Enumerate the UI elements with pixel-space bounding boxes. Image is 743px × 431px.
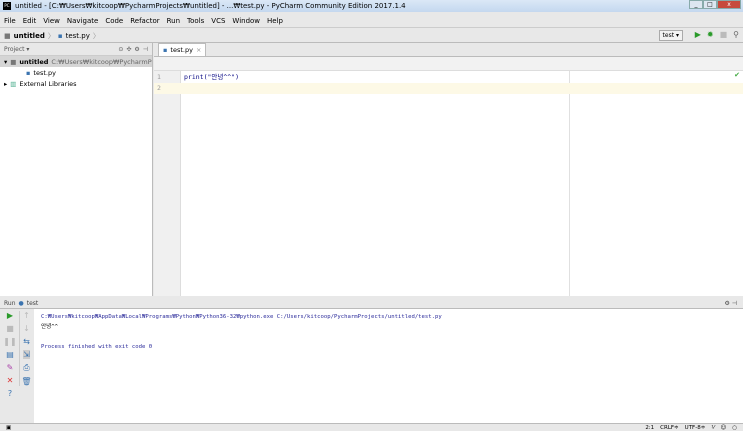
- python-file-icon: ▪: [163, 46, 168, 54]
- tool-windows-icon[interactable]: ▣: [6, 425, 11, 431]
- run-icon[interactable]: ▶: [695, 30, 701, 39]
- close-icon[interactable]: ✕: [7, 376, 14, 385]
- search-icon[interactable]: ⚲: [733, 30, 739, 39]
- up-icon[interactable]: ↑: [23, 311, 30, 320]
- right-margin: [569, 71, 570, 296]
- sync-icon[interactable]: ⊙: [118, 46, 123, 53]
- editor-header: [154, 57, 743, 71]
- layout-icon[interactable]: ▤: [6, 350, 14, 359]
- menu-bar: File Edit View Navigate Code Refactor Ru…: [0, 14, 743, 28]
- help-icon[interactable]: ?: [8, 389, 12, 398]
- library-icon: ▥: [10, 79, 17, 88]
- tree-item-root[interactable]: ▾■untitledC:₩Users₩kitcoop₩PycharmProjec…: [0, 56, 152, 67]
- cursor-position[interactable]: 2:1: [645, 425, 654, 431]
- hide-icon[interactable]: ⊣: [143, 46, 148, 53]
- console-exit-line: Process finished with exit code 0: [41, 344, 153, 350]
- root-label: untitled: [19, 57, 49, 66]
- breadcrumb-file[interactable]: test.py: [66, 32, 90, 40]
- pycharm-logo-icon: PC: [3, 2, 11, 10]
- run-config-label: test: [26, 299, 39, 307]
- editor-tabs: ▪ test.py ×: [154, 43, 743, 57]
- menu-vcs[interactable]: VCS: [211, 17, 225, 25]
- collapse-icon[interactable]: ✣: [126, 46, 131, 53]
- event-log-icon[interactable]: ○: [732, 425, 737, 431]
- gear-icon[interactable]: ⚙ ⊣: [724, 300, 737, 307]
- menu-navigate[interactable]: Navigate: [67, 17, 98, 25]
- breadcrumb: ■ untitled 〉 ▪ test.py 〉: [0, 29, 743, 43]
- code-editor[interactable]: 1 print("안녕^^") 2 ✔: [154, 71, 743, 296]
- run-toolbar: ▶ ■ ❚❚ ▤ ✎ ✕ ? ↑ ↓ ⇆ ⇲ ⎙ 🗑: [0, 309, 34, 423]
- encoding[interactable]: UTF-8≑: [685, 425, 706, 431]
- gear-icon[interactable]: ⚙: [134, 46, 139, 53]
- pause-icon[interactable]: ❚❚: [3, 337, 16, 346]
- run-config-select[interactable]: test ▾: [658, 30, 683, 41]
- file-label: test.py: [33, 68, 56, 77]
- menu-code[interactable]: Code: [105, 17, 123, 25]
- tab-test-py[interactable]: ▪ test.py ×: [158, 43, 207, 56]
- run-label: Run: [4, 299, 16, 307]
- python-file-icon: ▪: [26, 68, 31, 77]
- python-file-icon: ▪: [57, 31, 63, 40]
- tab-label: test.py: [170, 46, 193, 54]
- menu-window[interactable]: Window: [232, 17, 260, 25]
- console-output[interactable]: C:₩Users₩kitcoop₩AppData₩Local₩Programs₩…: [34, 309, 743, 423]
- maximize-button[interactable]: □: [703, 0, 717, 9]
- close-button[interactable]: x: [717, 0, 741, 9]
- minimize-button[interactable]: _: [689, 0, 703, 9]
- menu-tools[interactable]: Tools: [187, 17, 204, 25]
- console-command: C:₩Users₩kitcoop₩AppData₩Local₩Programs₩…: [41, 314, 442, 320]
- menu-edit[interactable]: Edit: [23, 17, 37, 25]
- menu-view[interactable]: View: [43, 17, 60, 25]
- title-bar: PC untitled - [C:₩Users₩kitcoop₩PycharmP…: [0, 0, 743, 12]
- window-controls: _ □ x: [689, 0, 741, 9]
- stop-icon[interactable]: ■: [720, 30, 728, 39]
- line-number: 2: [157, 84, 161, 92]
- check-icon: ✔: [734, 71, 740, 79]
- code-line: 1 print("안녕^^"): [154, 72, 743, 83]
- debug-icon[interactable]: ✹: [707, 30, 714, 39]
- tree-item-file[interactable]: ▪ test.py: [0, 67, 152, 78]
- line-number: 1: [157, 73, 161, 81]
- menu-run[interactable]: Run: [167, 17, 180, 25]
- breadcrumb-project[interactable]: untitled: [14, 32, 45, 40]
- python-icon: ●: [18, 299, 24, 307]
- trash-icon[interactable]: 🗑: [21, 377, 31, 386]
- code-line: 2: [154, 83, 743, 94]
- project-view-select[interactable]: Project ▾: [4, 46, 29, 53]
- run-panel-header: Run ● test ⚙ ⊣: [0, 298, 743, 309]
- tree-item-libs[interactable]: ▸ ▥ External Libraries: [0, 78, 152, 89]
- libs-label: External Libraries: [19, 79, 77, 88]
- close-tab-icon[interactable]: ×: [196, 46, 201, 54]
- inspector-icon[interactable]: ☺: [720, 425, 726, 431]
- pin-icon[interactable]: ✎: [7, 363, 14, 372]
- line-separator[interactable]: CRLF≑: [660, 425, 679, 431]
- down-icon[interactable]: ↓: [23, 324, 30, 333]
- status-bar: ▣ 2:1 CRLF≑ UTF-8≑ ⅟ ☺ ○: [0, 423, 743, 431]
- folder-icon: ■: [4, 31, 11, 40]
- print-icon[interactable]: ⎙: [23, 363, 29, 373]
- code-text: print("안녕^^"): [184, 73, 240, 81]
- toolbar: ▶ ✹ ■ ⚲: [695, 30, 739, 39]
- stop-icon[interactable]: ■: [6, 324, 14, 333]
- root-path: C:₩Users₩kitcoop₩PycharmProjects₩untitle…: [51, 57, 152, 66]
- scroll-end-icon[interactable]: ⇲: [23, 350, 30, 359]
- soft-wrap-icon[interactable]: ⇆: [23, 337, 30, 346]
- gutter: [154, 71, 181, 296]
- menu-file[interactable]: File: [4, 17, 16, 25]
- menu-refactor[interactable]: Refactor: [130, 17, 159, 25]
- menu-help[interactable]: Help: [267, 17, 283, 25]
- rerun-icon[interactable]: ▶: [7, 311, 13, 320]
- window-title: untitled - [C:₩Users₩kitcoop₩PycharmProj…: [15, 2, 406, 10]
- console-output-line: 안녕^^: [41, 324, 59, 330]
- project-panel: Project ▾ ⊙ ✣ ⚙ ⊣ ▾ ■ untitled C:₩Users₩kitcoo…: [0, 43, 153, 296]
- lock-icon[interactable]: ⅟: [711, 425, 714, 431]
